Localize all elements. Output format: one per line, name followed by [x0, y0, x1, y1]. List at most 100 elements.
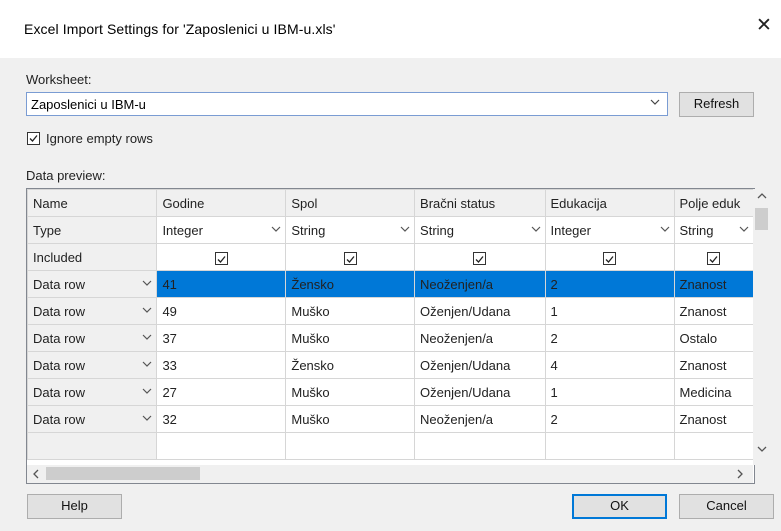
data-cell[interactable]: Oženjen/Udana	[414, 297, 546, 325]
table-row[interactable]: Data row 27 Muško Oženjen/Udana 1 Medicina	[27, 378, 754, 406]
column-type-select[interactable]: Integer	[544, 216, 675, 244]
table-row[interactable]: Data row 33 Žensko Oženjen/Udana 4 Znanost	[27, 351, 754, 379]
data-cell[interactable]: 49	[156, 297, 287, 325]
data-cell[interactable]: Oženjen/Udana	[414, 378, 546, 406]
data-cell[interactable]: Neoženjen/a	[414, 270, 546, 298]
cancel-button[interactable]: Cancel	[679, 494, 774, 519]
data-cell[interactable]: 2	[544, 270, 675, 298]
table-row[interactable]: Data row 32 Muško Neoženjen/a 2 Znanost	[27, 405, 754, 433]
horizontal-scroll-thumb[interactable]	[46, 467, 200, 480]
column-type-select[interactable]: Integer	[156, 216, 287, 244]
type-row: Type Integer String String Integer String	[27, 216, 754, 244]
scroll-right-icon[interactable]	[736, 469, 744, 482]
column-type-select[interactable]: String	[414, 216, 546, 244]
column-included-cell	[156, 243, 287, 271]
vertical-scroll-thumb[interactable]	[755, 208, 768, 230]
worksheet-value: Zaposlenici u IBM-u	[31, 97, 146, 112]
row-kind-value: Data row	[33, 384, 86, 400]
ignore-empty-rows-checkbox[interactable]	[27, 132, 40, 145]
data-cell[interactable]: Ostalo	[673, 324, 754, 352]
type-combo: Integer	[162, 223, 284, 238]
data-cell[interactable]: Neoženjen/a	[414, 405, 546, 433]
data-preview-grid[interactable]: Name Godine Spol Bračni status Edukacija Polj…	[26, 188, 755, 484]
chevron-down-icon	[400, 225, 414, 236]
table-row[interactable]: Data row 41 Žensko Neoženjen/a 2 Znanost	[27, 270, 754, 298]
vertical-scrollbar[interactable]	[753, 189, 770, 465]
data-cell[interactable]: Žensko	[285, 351, 416, 379]
column-included-cell	[414, 243, 546, 271]
data-cell[interactable]: 2	[544, 324, 675, 352]
row-kind-arrow	[142, 360, 155, 371]
row-kind-combo: Data row	[33, 277, 156, 292]
empty-cell	[156, 432, 287, 460]
help-button[interactable]: Help	[27, 494, 122, 519]
row-kind-select[interactable]: Data row	[27, 270, 158, 298]
column-type-select[interactable]: String	[673, 216, 754, 244]
data-cell[interactable]: Znanost	[673, 405, 754, 433]
column-name-cell[interactable]: Edukacija	[544, 189, 675, 217]
data-cell[interactable]: 1	[544, 378, 675, 406]
close-icon[interactable]: ✕	[752, 14, 776, 38]
data-cell[interactable]: Muško	[285, 378, 416, 406]
row-kind-value: Data row	[33, 357, 86, 373]
column-type-value: String	[291, 222, 326, 238]
data-cell[interactable]: Žensko	[285, 270, 416, 298]
data-cell[interactable]: Muško	[285, 405, 416, 433]
data-cell[interactable]: 4	[544, 351, 675, 379]
data-cell[interactable]: Muško	[285, 297, 416, 325]
data-cell[interactable]: 2	[544, 405, 675, 433]
column-name-cell[interactable]: Polje eduk	[673, 189, 754, 217]
chevron-down-icon	[142, 279, 155, 290]
worksheet-select[interactable]: Zaposlenici u IBM-u	[26, 92, 668, 116]
scroll-left-icon[interactable]	[32, 469, 40, 482]
scroll-up-icon[interactable]	[757, 192, 767, 203]
column-type-select[interactable]: String	[285, 216, 416, 244]
data-cell[interactable]: Medicina	[673, 378, 754, 406]
column-name-cell[interactable]: Bračni status	[414, 189, 546, 217]
ok-button[interactable]: OK	[572, 494, 667, 519]
column-name-cell[interactable]: Godine	[156, 189, 287, 217]
data-cell[interactable]: 32	[156, 405, 287, 433]
data-cell[interactable]: Muško	[285, 324, 416, 352]
table-row[interactable]: Data row 49 Muško Oženjen/Udana 1 Znanost	[27, 297, 754, 325]
data-cell[interactable]: 33	[156, 351, 287, 379]
column-included-checkbox[interactable]	[707, 251, 721, 265]
data-cell[interactable]: 37	[156, 324, 287, 352]
column-name-cell[interactable]: Spol	[285, 189, 416, 217]
table-row[interactable]: Data row 37 Muško Neoženjen/a 2 Ostalo	[27, 324, 754, 352]
column-included-checkbox[interactable]	[473, 251, 487, 265]
ignore-empty-rows-label: Ignore empty rows	[46, 131, 153, 146]
data-cell[interactable]: Znanost	[673, 270, 754, 298]
type-row-header: Type	[27, 216, 158, 244]
data-cell[interactable]: 27	[156, 378, 287, 406]
data-cell[interactable]: Neoženjen/a	[414, 324, 546, 352]
data-cell[interactable]: Znanost	[673, 297, 754, 325]
data-cell[interactable]: Oženjen/Udana	[414, 351, 546, 379]
row-kind-select[interactable]: Data row	[27, 351, 158, 379]
table-row-partial	[27, 432, 754, 460]
row-kind-combo: Data row	[33, 385, 156, 400]
data-cell[interactable]: 41	[156, 270, 287, 298]
column-included-checkbox[interactable]	[214, 251, 228, 265]
refresh-button[interactable]: Refresh	[679, 92, 754, 117]
row-kind-select[interactable]: Data row	[27, 324, 158, 352]
row-kind-select[interactable]: Data row	[27, 405, 158, 433]
empty-cell	[27, 432, 158, 460]
chevron-down-icon	[142, 387, 155, 398]
row-kind-combo: Data row	[33, 412, 156, 427]
column-included-checkbox[interactable]	[603, 251, 616, 265]
row-kind-select[interactable]: Data row	[27, 297, 158, 325]
column-included-cell	[673, 243, 754, 271]
data-cell[interactable]: 1	[544, 297, 675, 325]
column-included-cell	[285, 243, 416, 271]
horizontal-scrollbar[interactable]	[27, 465, 753, 483]
chevron-down-icon	[142, 306, 155, 317]
type-combo: Integer	[551, 223, 674, 238]
data-cell[interactable]: Znanost	[673, 351, 754, 379]
empty-cell	[544, 432, 675, 460]
row-kind-value: Data row	[33, 303, 86, 319]
row-kind-select[interactable]: Data row	[27, 378, 158, 406]
column-included-checkbox[interactable]	[343, 251, 357, 265]
scroll-down-icon[interactable]	[757, 445, 767, 456]
chevron-down-icon	[739, 225, 752, 236]
